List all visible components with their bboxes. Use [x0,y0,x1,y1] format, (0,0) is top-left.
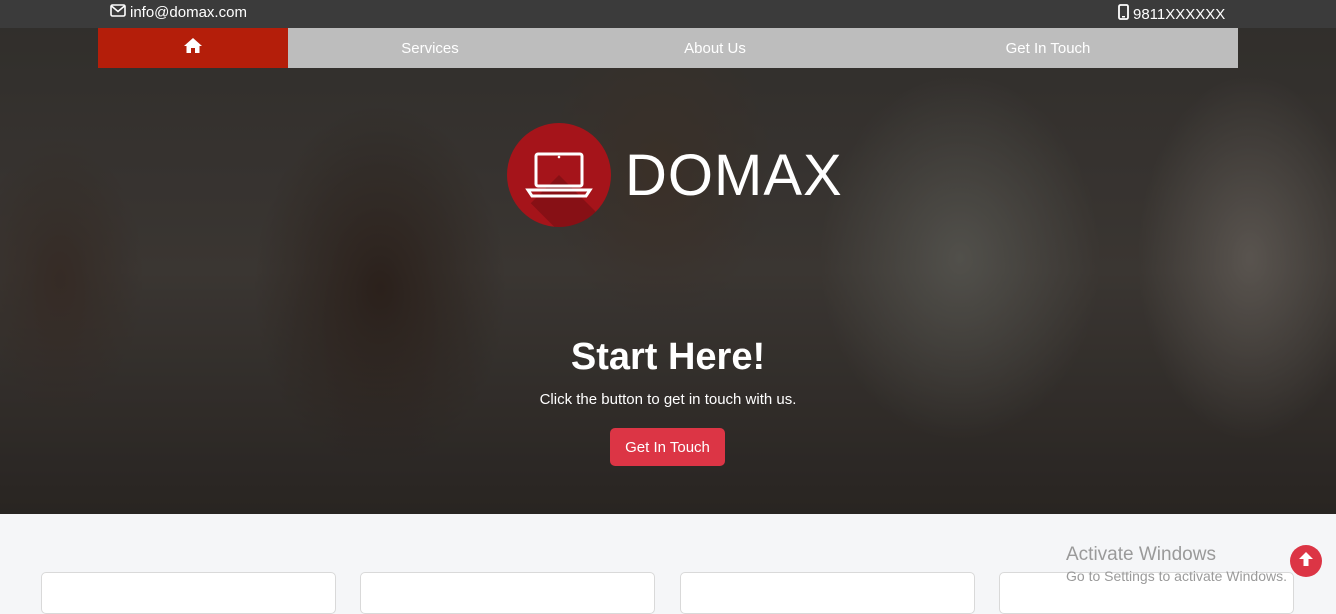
hero-subtitle: Click the button to get in touch with us… [539,391,797,408]
service-card[interactable] [360,572,655,614]
home-icon [183,37,203,59]
get-in-touch-button[interactable]: Get In Touch [610,428,725,466]
top-contact-bar: info@domax.com 9811XXXXXX [0,0,1336,28]
laptop-icon [507,123,611,227]
envelope-icon [110,4,126,21]
service-card[interactable] [680,572,975,614]
email-text: info@domax.com [130,4,247,21]
windows-activation-watermark: Activate Windows Go to Settings to activ… [1066,544,1287,584]
service-card[interactable] [41,572,336,614]
watermark-title: Activate Windows [1066,544,1216,565]
watermark-subtitle: Go to Settings to activate Windows. [1066,568,1287,584]
scroll-to-top-button[interactable] [1290,545,1322,577]
email-contact[interactable]: info@domax.com [110,4,247,21]
hero-title: Start Here! [570,336,766,378]
nav-home-button[interactable] [98,28,288,68]
main-navigation: Services About Us Get In Touch [98,28,1238,68]
nav-item-services[interactable]: Services [288,28,572,68]
phone-text: 9811XXXXXX [1133,5,1226,23]
brand-logo[interactable]: DOMAX [507,123,843,227]
phone-contact[interactable]: 9811XXXXXX [1118,4,1225,24]
brand-name: DOMAX [625,142,843,208]
nav-item-about-us[interactable]: About Us [572,28,858,68]
nav-item-get-in-touch[interactable]: Get In Touch [858,28,1238,68]
arrow-up-icon [1297,550,1315,573]
mobile-phone-icon [1118,4,1129,24]
